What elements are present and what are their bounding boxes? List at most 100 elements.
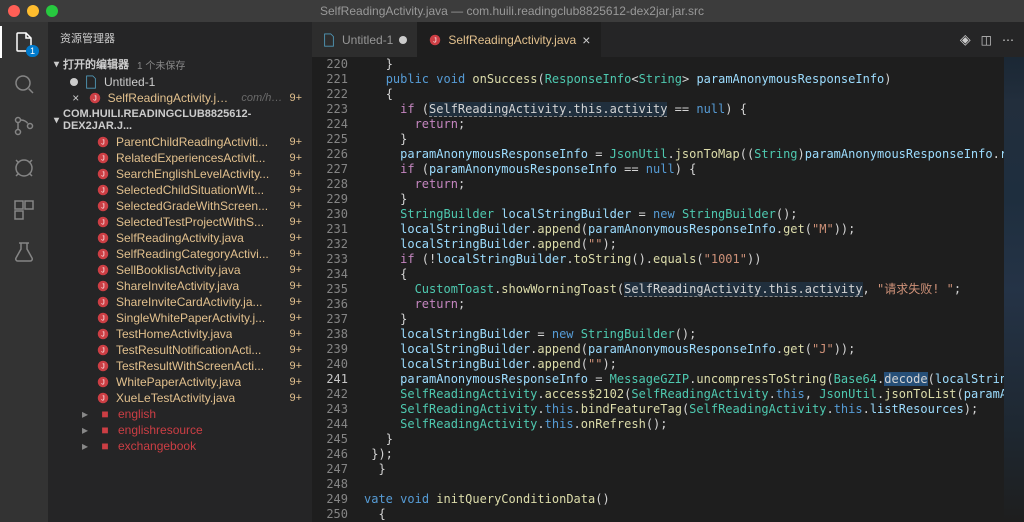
- tree-file-item[interactable]: JTestHomeActivity.java9+: [48, 326, 312, 342]
- tree-file-item[interactable]: JSearchEnglishLevelActivity...9+: [48, 166, 312, 182]
- file-name: SelfReadingActivity.java: [108, 91, 232, 105]
- file-name: SelfReadingActivity.java: [116, 231, 244, 245]
- extensions-icon[interactable]: [12, 198, 36, 222]
- debug-icon[interactable]: [12, 156, 36, 180]
- editor-area: Untitled-1JSelfReadingActivity.java× ◈ ◫…: [312, 22, 1024, 522]
- svg-text:J: J: [93, 96, 97, 103]
- git-badge: 9+: [289, 184, 304, 196]
- tree-file-item[interactable]: J SellBooklistActivity.java 9+: [48, 262, 312, 278]
- java-file-icon: J: [96, 391, 110, 405]
- file-icon: [84, 75, 98, 89]
- java-file-icon: J: [96, 327, 110, 341]
- git-badge: 9+: [289, 264, 304, 276]
- java-file-icon: J: [96, 375, 110, 389]
- java-file-icon: J: [96, 183, 110, 197]
- tree-folder-item[interactable]: ▸■english: [48, 406, 312, 422]
- file-name: ShareInviteActivity.java: [116, 279, 239, 293]
- svg-text:J: J: [101, 172, 105, 179]
- minimap[interactable]: [1004, 57, 1024, 522]
- java-file-icon: J: [96, 311, 110, 325]
- open-editor-item[interactable]: Untitled-1: [48, 74, 312, 90]
- tree-file-item[interactable]: J XueLeTestActivity.java 9+: [48, 390, 312, 406]
- tree-folder-item[interactable]: ▸■exchangebook: [48, 438, 312, 454]
- tree-file-item[interactable]: JSelfReadingActivity.java9+: [48, 230, 312, 246]
- java-file-icon: J: [96, 295, 110, 309]
- tree-file-item[interactable]: JWhitePaperActivity.java9+: [48, 374, 312, 390]
- sidebar-title: 资源管理器: [48, 22, 312, 54]
- editor-tab[interactable]: Untitled-1: [312, 22, 418, 57]
- git-badge: 9+: [289, 344, 304, 356]
- folder-name: exchangebook: [118, 439, 196, 453]
- tree-file-item[interactable]: JSingleWhitePaperActivity.j...9+: [48, 310, 312, 326]
- dirty-dot-icon: [399, 36, 407, 44]
- close-icon[interactable]: ×: [70, 91, 82, 105]
- editor-tab[interactable]: JSelfReadingActivity.java×: [418, 22, 601, 57]
- file-icon: [322, 33, 336, 47]
- tree-file-item[interactable]: JTestResultNotificationActi...9+: [48, 342, 312, 358]
- svg-text:J: J: [101, 284, 105, 291]
- explorer-icon[interactable]: 1: [12, 30, 36, 54]
- git-badge: 9+: [289, 392, 304, 404]
- svg-text:J: J: [101, 252, 105, 259]
- project-header[interactable]: ▾ COM.HUILI.READINGCLUB8825612-DEX2JAR.J…: [48, 106, 312, 134]
- file-name: XueLeTestActivity.java: [116, 391, 235, 405]
- java-file-icon: J: [88, 91, 102, 105]
- svg-text:J: J: [101, 380, 105, 387]
- tree-file-item[interactable]: JShareInviteCardActivity.ja...9+: [48, 294, 312, 310]
- file-name: ParentChildReadingActiviti...: [116, 135, 268, 149]
- dirty-dot-icon: [70, 78, 78, 86]
- file-name: SellBooklistActivity.java: [116, 263, 241, 277]
- titlebar: SelfReadingActivity.java — com.huili.rea…: [0, 0, 1024, 22]
- line-gutter: 2202212222232242252262272282292302312322…: [312, 57, 360, 522]
- svg-text:J: J: [101, 140, 105, 147]
- tree-file-item[interactable]: J SelectedChildSituationWit... 9+: [48, 182, 312, 198]
- tree-file-item[interactable]: J TestResultWithScreenActi... 9+: [48, 358, 312, 374]
- tree-file-item[interactable]: J SelectedGradeWithScreen... 9+: [48, 198, 312, 214]
- file-name: TestResultWithScreenActi...: [116, 359, 264, 373]
- compare-icon[interactable]: ◈: [960, 31, 971, 48]
- svg-text:J: J: [101, 204, 105, 211]
- git-badge: 9+: [289, 200, 304, 212]
- git-badge: 9+: [289, 376, 304, 388]
- file-name: SelectedTestProjectWithS...: [116, 215, 264, 229]
- java-file-icon: J: [96, 215, 110, 229]
- beaker-icon[interactable]: [12, 240, 36, 264]
- open-editors-header[interactable]: ▾ 打开的编辑器 1 个未保存: [48, 54, 312, 74]
- folder-name: englishresource: [118, 423, 203, 437]
- search-icon[interactable]: [12, 72, 36, 96]
- folder-icon: ■: [98, 407, 112, 421]
- code-pane[interactable]: 2202212222232242252262272282292302312322…: [312, 57, 1024, 522]
- java-file-icon: J: [96, 359, 110, 373]
- chevron-down-icon: ▾: [54, 59, 59, 70]
- svg-text:J: J: [101, 316, 105, 323]
- svg-text:J: J: [101, 332, 105, 339]
- file-name: SelectedChildSituationWit...: [116, 183, 264, 197]
- close-icon[interactable]: ×: [582, 32, 590, 48]
- more-icon[interactable]: ⋯: [1002, 33, 1014, 47]
- tree-file-item[interactable]: JSelfReadingCategoryActivi...9+: [48, 246, 312, 262]
- git-icon[interactable]: [12, 114, 36, 138]
- tree-file-item[interactable]: JParentChildReadingActiviti...9+: [48, 134, 312, 150]
- svg-text:J: J: [101, 300, 105, 307]
- open-editor-item[interactable]: ×JSelfReadingActivity.javacom/huili9+: [48, 90, 312, 106]
- folder-name: english: [118, 407, 156, 421]
- file-name: SelectedGradeWithScreen...: [116, 199, 268, 213]
- explorer-badge: 1: [26, 45, 39, 57]
- git-badge: 9+: [289, 360, 304, 372]
- java-file-icon: J: [96, 231, 110, 245]
- folder-icon: ■: [98, 439, 112, 453]
- file-name: SingleWhitePaperActivity.j...: [116, 311, 265, 325]
- tree-file-item[interactable]: JSelectedTestProjectWithS...9+: [48, 214, 312, 230]
- split-icon[interactable]: ◫: [981, 33, 992, 47]
- file-name: ShareInviteCardActivity.ja...: [116, 295, 263, 309]
- svg-text:J: J: [101, 236, 105, 243]
- code-content[interactable]: } public void onSuccess(ResponseInfo<Str…: [360, 57, 1004, 522]
- java-file-icon: J: [96, 279, 110, 293]
- unsaved-count: 1 个未保存: [137, 57, 185, 72]
- file-hint: com/huili: [241, 92, 283, 104]
- tree-folder-item[interactable]: ▸■englishresource: [48, 422, 312, 438]
- chevron-down-icon: ▾: [54, 115, 59, 126]
- tree-file-item[interactable]: JRelatedExperiencesActivit...9+: [48, 150, 312, 166]
- tree-file-item[interactable]: JShareInviteActivity.java9+: [48, 278, 312, 294]
- java-file-icon: J: [96, 263, 110, 277]
